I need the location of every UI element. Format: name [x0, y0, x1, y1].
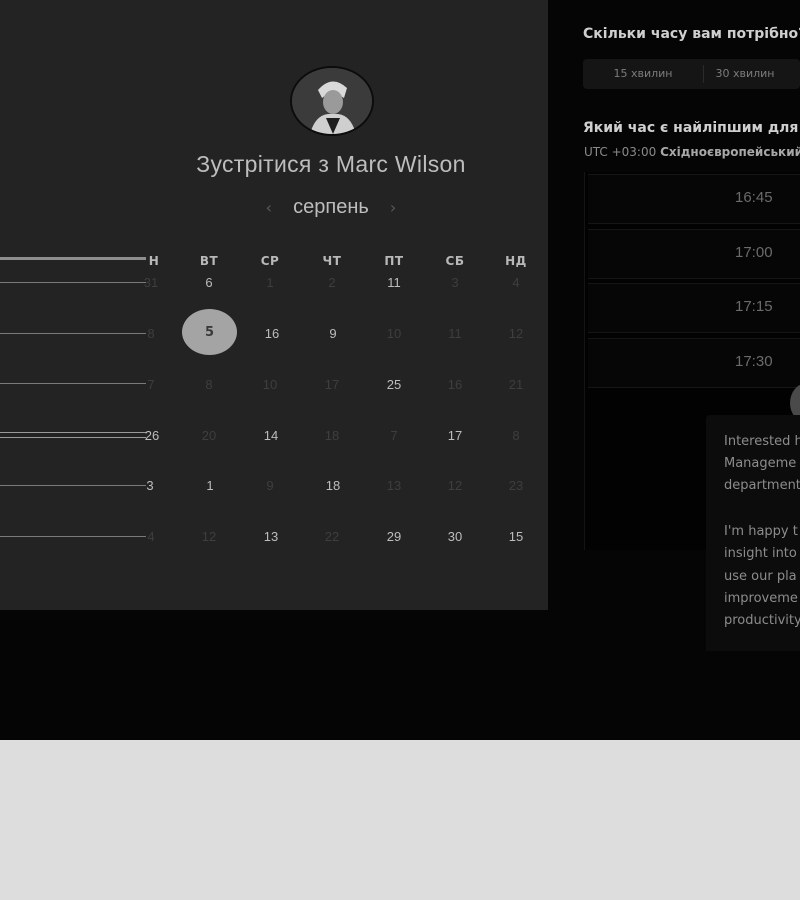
week-bar: [0, 485, 146, 486]
avatar: [290, 66, 374, 136]
weekday-label: СР: [260, 254, 280, 268]
calendar-day: 12: [508, 326, 524, 341]
calendar-day[interactable]: 15: [496, 529, 536, 544]
calendar-day: 12: [201, 529, 217, 544]
time-slot[interactable]: 17:30: [588, 338, 800, 388]
chevron-left-icon[interactable]: ‹: [256, 198, 282, 217]
popup-text-line: Interested h: [724, 434, 800, 449]
calendar-day[interactable]: 16: [252, 326, 292, 341]
chevron-right-icon[interactable]: ›: [380, 198, 406, 217]
calendar-day[interactable]: 9: [313, 326, 353, 341]
calendar-day: 13: [386, 478, 402, 493]
calendar-day: 7: [390, 428, 398, 443]
time-slot-label: 17:00: [735, 244, 773, 261]
calendar-day[interactable]: 3: [130, 478, 170, 493]
calendar-day: 2: [328, 275, 336, 290]
calendar-day: 17: [324, 377, 340, 392]
popup-text-line: I'm happy t: [724, 524, 798, 539]
calendar-day: 18: [324, 428, 340, 443]
duration-selector: 15 хвилин 30 хвилин: [583, 59, 800, 89]
month-navigation: ‹ серпень ›: [0, 196, 662, 224]
calendar-day: 8: [512, 428, 520, 443]
calendar-day: 8: [205, 377, 213, 392]
calendar-day[interactable]: 25: [374, 377, 414, 392]
timezone-offset: UTC +03:00: [584, 145, 657, 159]
weekday-label: ПТ: [384, 254, 404, 268]
week-bar: [0, 282, 146, 283]
calendar-day: 4: [512, 275, 520, 290]
calendar-day: 12: [447, 478, 463, 493]
popup-text-line: productivity: [724, 613, 800, 628]
calendar-day[interactable]: 29: [374, 529, 414, 544]
calendar-day: 3: [451, 275, 459, 290]
calendar-day: 8: [147, 326, 155, 341]
week-bar: [0, 383, 146, 384]
calendar-day[interactable]: 18: [313, 478, 353, 493]
page-title: Зустрітися з Marc Wilson: [196, 151, 466, 177]
calendar-day[interactable]: 30: [435, 529, 475, 544]
time-slot[interactable]: 16:45: [588, 174, 800, 224]
calendar-day[interactable]: 26: [132, 428, 172, 443]
weekday-label: СБ: [445, 254, 465, 268]
calendar-day[interactable]: 13: [251, 529, 291, 544]
calendar-day[interactable]: 11: [374, 275, 414, 290]
calendar-day: 21: [508, 377, 524, 392]
popup-text-line: use our pla: [724, 569, 797, 584]
calendar-day[interactable]: 14: [251, 428, 291, 443]
calendar-day: 16: [447, 377, 463, 392]
timezone-name: Східноєвропейський час: [660, 145, 800, 159]
duration-option-30[interactable]: 30 хвилин: [685, 59, 800, 89]
chat-popup: Interested h Manageme department I'm hap…: [706, 415, 800, 651]
weekday-label: Н: [148, 254, 160, 268]
selected-day[interactable]: 5: [182, 309, 237, 355]
popup-text-line: insight into: [724, 546, 797, 561]
calendar-day: 20: [201, 428, 217, 443]
time-slot-label: 17:15: [735, 298, 773, 315]
time-slot[interactable]: 17:00: [588, 229, 800, 279]
time-slot-label: 16:45: [735, 189, 773, 206]
week-bar: [0, 333, 146, 334]
calendar-day: 4: [147, 529, 155, 544]
calendar-panel: Зустрітися з Marc Wilson ‹ серпень › Н В…: [0, 0, 548, 610]
popup-text-line: improveme: [724, 591, 798, 606]
calendar-day: 7: [147, 377, 155, 392]
calendar-day: 22: [324, 529, 340, 544]
calendar-day[interactable]: 1: [190, 478, 230, 493]
time-slot[interactable]: 17:15: [588, 283, 800, 333]
popup-text-line: department: [724, 478, 800, 493]
calendar-day: 10: [262, 377, 278, 392]
popup-text-line: Manageme: [724, 456, 797, 471]
time-slot-label: 17:30: [735, 353, 773, 370]
calendar-day: 10: [386, 326, 402, 341]
month-label: серпень: [293, 196, 369, 218]
week-bar: [0, 432, 146, 438]
timezone-label[interactable]: UTC +03:00 Східноєвропейський час: [584, 145, 800, 159]
calendar-day: 11: [448, 326, 462, 341]
duration-question: Скільки часу вам потрібно?: [583, 26, 800, 42]
weekday-label: ЧТ: [322, 254, 342, 268]
calendar-day: 31: [143, 275, 159, 290]
week-bar: [0, 536, 146, 537]
weekday-label: НД: [505, 254, 527, 268]
calendar-day[interactable]: 6: [189, 275, 229, 290]
calendar-day: 9: [266, 478, 274, 493]
calendar-day[interactable]: 17: [435, 428, 475, 443]
time-question: Який час є найліпшим для вас?: [583, 120, 800, 136]
week-bar: [0, 257, 146, 260]
weekday-label: ВТ: [199, 254, 219, 268]
calendar-day: 23: [508, 478, 524, 493]
calendar-day: 1: [266, 275, 274, 290]
